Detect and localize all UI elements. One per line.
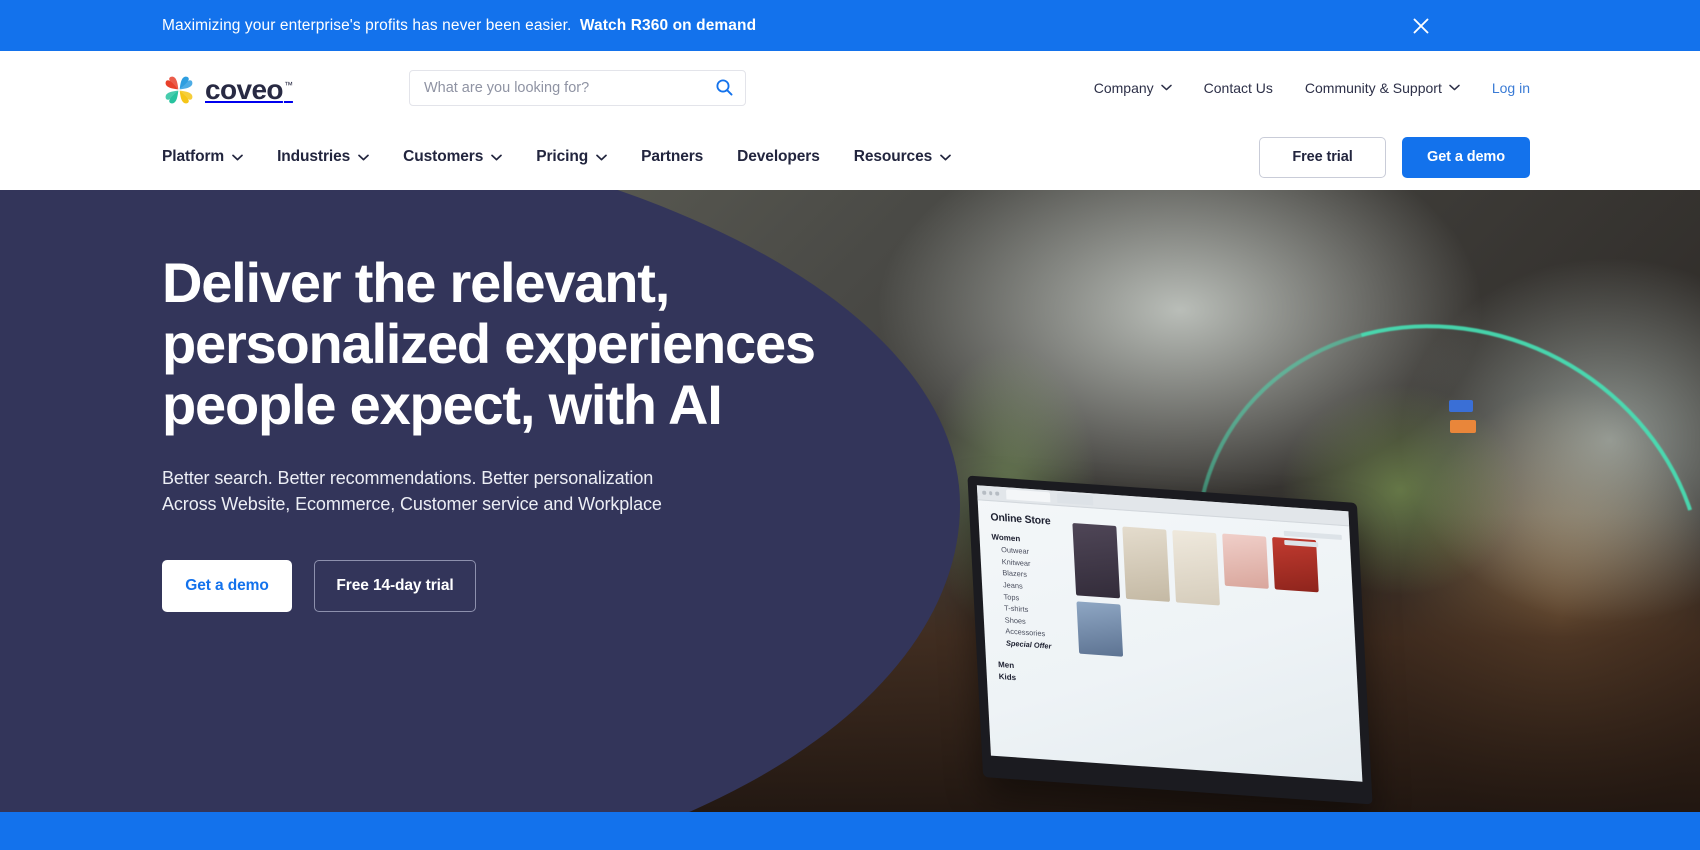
util-nav-item-log-in[interactable]: Log in	[1476, 80, 1530, 96]
facet-placeholder-bar	[1283, 530, 1342, 540]
product-thumbnail	[1222, 533, 1269, 589]
nav-item-resources[interactable]: Resources	[837, 148, 968, 166]
promo-link[interactable]: Watch R360 on demand	[580, 17, 756, 34]
search-input[interactable]	[409, 70, 745, 105]
chevron-down-icon	[940, 154, 951, 160]
chevron-down-icon	[1160, 84, 1172, 91]
nav-item-developers[interactable]: Developers	[720, 148, 837, 166]
util-nav-label: Log in	[1491, 79, 1530, 96]
hero-content: Deliver the relevant, personalized exper…	[162, 252, 862, 612]
chevron-down-icon	[232, 154, 243, 160]
hero-heading-line-3: people expect, with AI	[162, 373, 723, 437]
hero-heading: Deliver the relevant, personalized exper…	[162, 252, 862, 435]
nav-item-industries[interactable]: Industries	[260, 148, 386, 166]
product-thumbnail	[1172, 530, 1220, 606]
store-category-kids: Kids	[998, 672, 1017, 683]
store-subcategory-special-offer: Special Offer	[1005, 638, 1052, 651]
nav-item-pricing[interactable]: Pricing	[519, 148, 624, 166]
header-main-row: Platform Industries Customers Pricing Pa…	[0, 124, 1700, 190]
product-thumbnail	[1122, 526, 1171, 602]
chevron-down-icon	[596, 154, 607, 160]
hero-free-trial-button[interactable]: Free 14-day trial	[314, 559, 476, 612]
logo-trademark: ™	[283, 80, 293, 91]
hero-subheading-line-2: Across Website, Ecommerce, Customer serv…	[162, 494, 662, 515]
promo-close-button[interactable]	[1408, 13, 1434, 39]
util-nav-label: Company	[1093, 79, 1154, 96]
main-navigation: Platform Industries Customers Pricing Pa…	[162, 148, 968, 166]
hero-cta-group: Get a demo Free 14-day trial	[162, 559, 862, 612]
product-thumbnail	[1072, 522, 1121, 599]
chevron-down-icon	[358, 154, 370, 160]
store-title: Online Store	[990, 511, 1051, 528]
nav-item-label: Developers	[737, 148, 820, 165]
free-trial-button[interactable]: Free trial	[1259, 136, 1386, 178]
store-sidebar: Online Store Women Outwear Knitwear Blaz…	[978, 510, 1083, 777]
logo-wordmark: coveo™	[205, 73, 293, 105]
hero-subheading: Better search. Better recommendations. B…	[162, 465, 862, 518]
get-a-demo-button[interactable]: Get a demo	[1402, 136, 1530, 178]
nav-item-label: Customers	[403, 148, 484, 165]
chrome-dot	[995, 491, 999, 496]
browser-tab	[1005, 489, 1050, 503]
hero-blue-tag-decoration	[1449, 400, 1473, 412]
util-nav-item-company[interactable]: Company	[1078, 80, 1188, 96]
monitor-screen: Online Store Women Outwear Knitwear Blaz…	[976, 485, 1363, 782]
util-nav-item-contact-us[interactable]: Contact Us	[1188, 80, 1289, 96]
site-search-box[interactable]	[408, 69, 746, 106]
chrome-dot	[988, 491, 993, 496]
chevron-down-icon	[491, 154, 503, 160]
nav-item-platform[interactable]: Platform	[162, 148, 260, 166]
news-banner: GREAT NEWS: Coveo Named Gold Medalist in…	[0, 812, 1700, 850]
search-submit-button[interactable]	[711, 74, 739, 102]
chrome-dot	[982, 490, 986, 495]
search-icon	[716, 79, 733, 96]
promo-banner-text: Maximizing your enterprise's profits has…	[162, 17, 756, 35]
store-product-grid	[1070, 517, 1362, 782]
online-store-mock: Online Store Women Outwear Knitwear Blaz…	[978, 500, 1363, 781]
chevron-down-icon	[1449, 84, 1460, 91]
util-nav-item-community-support[interactable]: Community & Support	[1289, 80, 1476, 96]
hero-get-a-demo-button[interactable]: Get a demo	[162, 559, 292, 612]
nav-item-customers[interactable]: Customers	[386, 148, 519, 166]
nav-item-label: Platform	[162, 148, 225, 165]
hero-section: Online Store Women Outwear Knitwear Blaz…	[0, 190, 1700, 812]
nav-item-label: Industries	[277, 148, 351, 165]
site-header: coveo™ Company	[0, 51, 1700, 190]
header-top-row: coveo™ Company	[0, 51, 1700, 124]
facet-placeholder-bar	[1284, 539, 1319, 548]
util-nav-label: Contact Us	[1203, 79, 1273, 96]
nav-item-label: Partners	[641, 148, 704, 165]
page-root: Maximizing your enterprise's profits has…	[0, 0, 1700, 850]
nav-item-label: Resources	[853, 148, 933, 165]
hero-orange-tag-decoration	[1450, 420, 1476, 433]
hero-heading-line-1: Deliver the relevant,	[162, 251, 670, 314]
hero-heading-line-2: personalized experiences	[162, 312, 816, 376]
nav-item-partners[interactable]: Partners	[624, 148, 720, 166]
header-cta-group: Free trial Get a demo	[1259, 136, 1530, 178]
promo-message: Maximizing your enterprise's profits has…	[162, 16, 572, 34]
product-thumbnail	[1076, 601, 1124, 657]
utility-navigation: Company Contact Us Community & Support L…	[1078, 80, 1530, 96]
promo-banner: Maximizing your enterprise's profits has…	[0, 0, 1700, 51]
hero-subheading-line-1: Better search. Better recommendations. B…	[162, 468, 654, 489]
hero-monitor: Online Store Women Outwear Knitwear Blaz…	[967, 475, 1373, 805]
nav-item-label: Pricing	[536, 148, 589, 165]
coveo-pinwheel-logo-icon	[165, 76, 193, 103]
browser-tab	[1056, 492, 1093, 506]
util-nav-label: Community & Support	[1304, 79, 1442, 96]
close-x-icon	[1413, 18, 1429, 33]
coveo-logo[interactable]: coveo™	[162, 73, 293, 107]
